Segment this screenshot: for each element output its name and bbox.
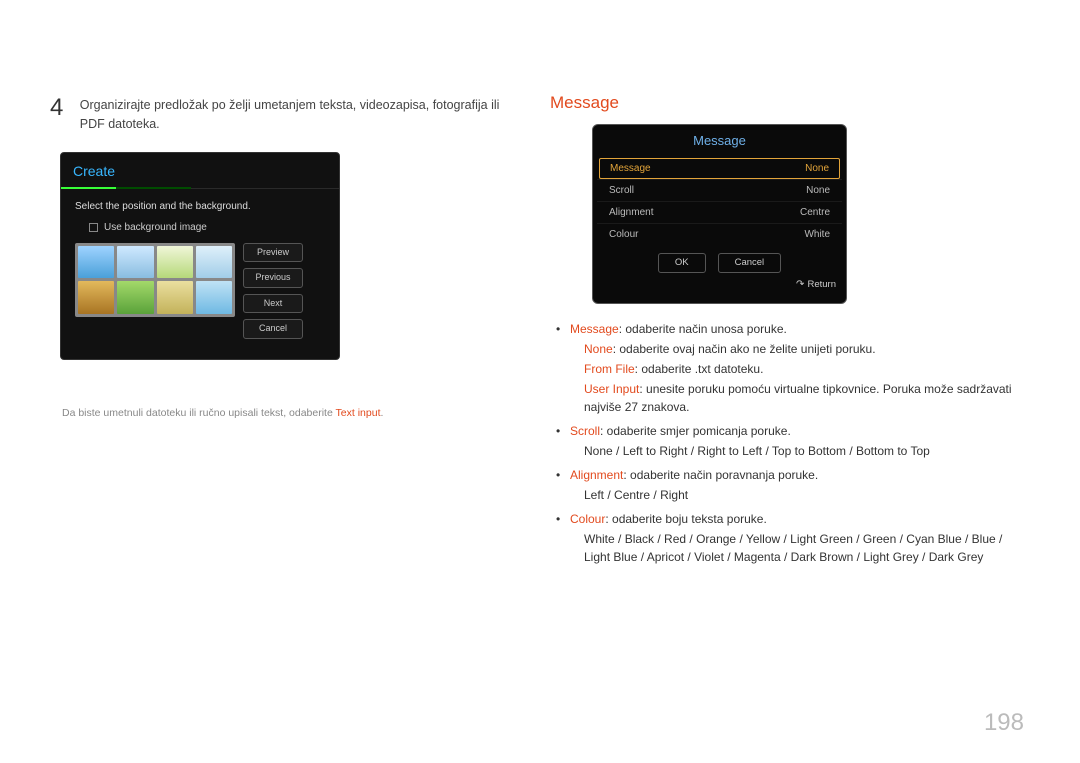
page-number: 198 — [984, 705, 1024, 741]
row-message-label: Message — [610, 161, 651, 176]
bullet-scroll-text: : odaberite smjer pomicanja poruke. — [600, 424, 791, 438]
message-panel: Message Message None Scroll None Alignme… — [592, 124, 847, 304]
step-number: 4 — [50, 90, 66, 126]
checkbox-label: Use background image — [104, 220, 207, 235]
bullet-message-text: : odaberite način unosa poruke. — [619, 322, 787, 336]
cancel-dialog-button[interactable]: Cancel — [718, 253, 782, 273]
background-gallery[interactable] — [75, 243, 235, 317]
opt-none: None — [584, 342, 613, 356]
return-icon: ↶ — [796, 277, 804, 292]
opt-none-text: : odaberite ovaj način ako ne želite uni… — [613, 342, 876, 356]
opt-fromfile: From File — [584, 362, 635, 376]
bullet-message-label: Message — [570, 322, 619, 336]
bullet-scroll: Scroll: odaberite smjer pomicanja poruke… — [556, 422, 1020, 460]
create-panel: Create Select the position and the backg… — [60, 152, 340, 360]
bullet-message: Message: odaberite način unosa poruke. N… — [556, 320, 1020, 416]
ok-button[interactable]: OK — [658, 253, 706, 273]
next-button[interactable]: Next — [243, 294, 303, 314]
checkbox-icon — [89, 223, 98, 232]
row-scroll-value: None — [806, 183, 830, 198]
bullet-alignment: Alignment: odaberite način poravnanja po… — [556, 466, 1020, 504]
bullet-colour-label: Colour — [570, 512, 605, 526]
preview-button[interactable]: Preview — [243, 243, 303, 263]
create-panel-title: Create — [61, 153, 339, 189]
cancel-button[interactable]: Cancel — [243, 319, 303, 339]
use-bg-checkbox[interactable]: Use background image — [75, 220, 325, 235]
row-colour[interactable]: Colour White — [597, 223, 842, 245]
scroll-options: None / Left to Right / Right to Left / T… — [570, 442, 1020, 460]
note-text: Da biste umetnuli datoteku ili ručno upi… — [62, 406, 520, 422]
alignment-options: Left / Centre / Right — [570, 486, 1020, 504]
message-panel-title: Message — [593, 125, 846, 159]
opt-userinput: User Input — [584, 382, 639, 396]
bullet-alignment-text: : odaberite način poravnanja poruke. — [623, 468, 818, 482]
row-message[interactable]: Message None — [599, 158, 840, 179]
row-scroll-label: Scroll — [609, 183, 634, 198]
opt-userinput-text: : unesite poruku pomoću virtualne tipkov… — [584, 382, 1012, 414]
row-alignment[interactable]: Alignment Centre — [597, 201, 842, 223]
bullet-colour: Colour: odaberite boju teksta poruke. Wh… — [556, 510, 1020, 566]
note-emph: Text input — [336, 407, 381, 419]
step-text: Organizirajte predložak po želji umetanj… — [80, 90, 520, 134]
previous-button[interactable]: Previous — [243, 268, 303, 288]
bullet-colour-text: : odaberite boju teksta poruke. — [605, 512, 766, 526]
return-label: Return — [807, 279, 836, 290]
row-scroll[interactable]: Scroll None — [597, 179, 842, 201]
row-alignment-value: Centre — [800, 205, 830, 220]
row-alignment-label: Alignment — [609, 205, 653, 220]
note-prefix: Da biste umetnuli datoteku ili ručno upi… — [62, 407, 336, 419]
create-title-text: Create — [73, 163, 115, 179]
create-subtitle: Select the position and the background. — [75, 199, 325, 214]
colour-options: White / Black / Red / Orange / Yellow / … — [570, 530, 1020, 566]
message-heading: Message — [550, 90, 1020, 116]
row-colour-value: White — [804, 227, 830, 242]
return-button[interactable]: ↶Return — [593, 277, 846, 296]
bullet-alignment-label: Alignment — [570, 468, 623, 482]
note-suffix: . — [381, 407, 384, 419]
bullet-scroll-label: Scroll — [570, 424, 600, 438]
opt-fromfile-text: : odaberite .txt datoteku. — [635, 362, 764, 376]
row-message-value: None — [805, 161, 829, 176]
row-colour-label: Colour — [609, 227, 638, 242]
